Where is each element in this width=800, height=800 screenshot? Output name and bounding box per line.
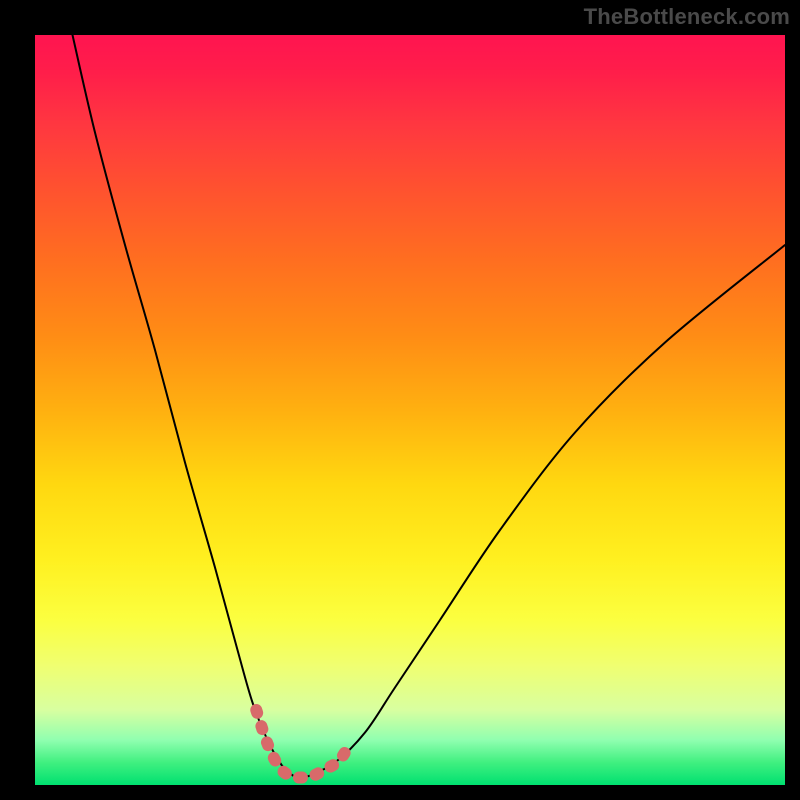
plot-area	[35, 35, 785, 785]
watermark-text: TheBottleneck.com	[584, 4, 790, 30]
valley-highlight	[256, 710, 350, 778]
bottleneck-curve	[73, 35, 786, 778]
chart-svg	[35, 35, 785, 785]
